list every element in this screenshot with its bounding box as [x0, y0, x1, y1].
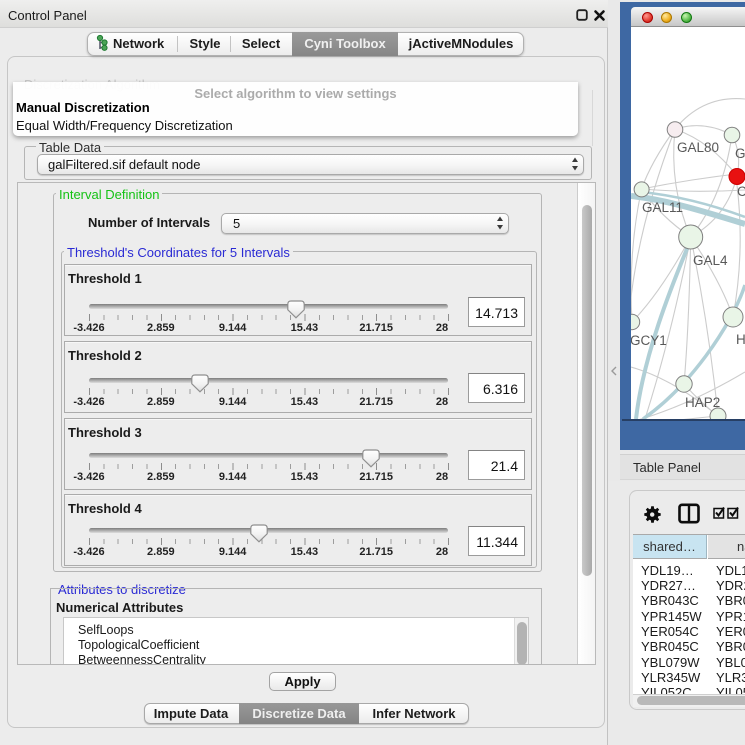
- svg-text:C: C: [737, 184, 745, 199]
- svg-text:H: H: [736, 332, 745, 347]
- svg-text:GAL80: GAL80: [677, 140, 719, 155]
- svg-text:GA: GA: [735, 146, 745, 161]
- svg-text:HAP2: HAP2: [685, 395, 720, 410]
- svg-text:GCY1: GCY1: [631, 333, 667, 348]
- svg-text:GAL11: GAL11: [642, 200, 683, 215]
- svg-text:GAL4: GAL4: [693, 253, 728, 268]
